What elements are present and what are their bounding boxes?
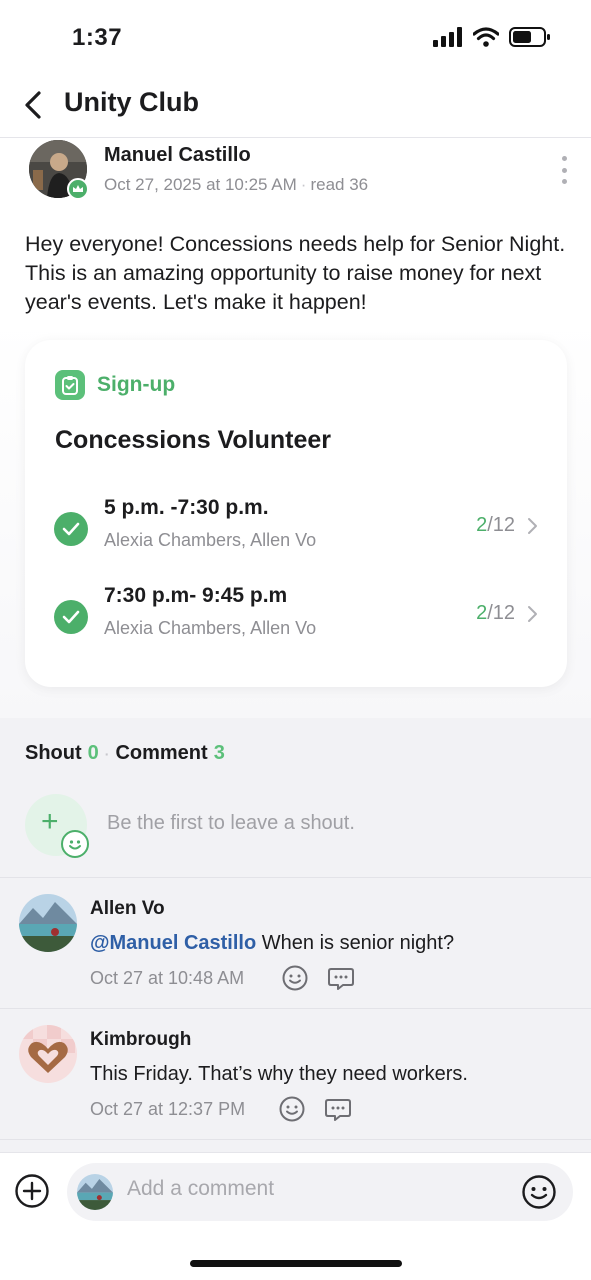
slot-time: 5 p.m. -7:30 p.m. xyxy=(104,496,269,519)
check-circle-icon xyxy=(54,600,88,634)
smile-badge xyxy=(61,830,89,858)
slot-count: 2/12 xyxy=(476,602,515,625)
chevron-right-icon xyxy=(528,606,537,622)
slot-total: /12 xyxy=(487,602,515,624)
tab-comment-label: Comment xyxy=(115,742,208,764)
shout-row: + Be the first to leave a shout. xyxy=(0,784,591,878)
comment-text: This Friday. That’s why they need worker… xyxy=(90,1063,468,1085)
post-header: Manuel Castillo Oct 27, 2025 at 10:25 AM… xyxy=(0,138,591,218)
commenter-avatar[interactable] xyxy=(19,894,77,952)
slot-time: 7:30 p.m- 9:45 p.m xyxy=(104,584,288,607)
shout-hint: Be the first to leave a shout. xyxy=(107,812,355,834)
wifi-icon xyxy=(473,27,499,47)
comment-item: Kimbrough This Friday. That’s why they n… xyxy=(0,1009,591,1140)
my-avatar xyxy=(77,1174,113,1210)
home-indicator xyxy=(190,1260,402,1267)
commenter-name[interactable]: Allen Vo xyxy=(90,898,165,920)
signup-title: Concessions Volunteer xyxy=(55,426,331,454)
smile-react-icon[interactable] xyxy=(278,1095,306,1123)
nav-bar: Unity Club xyxy=(0,78,591,138)
clipboard-check-icon xyxy=(55,370,85,400)
status-time: 1:37 xyxy=(72,24,123,51)
comment-input[interactable] xyxy=(127,1177,507,1201)
comment-item: Allen Vo @Manuel Castillo When is senior… xyxy=(0,878,591,1009)
signal-icon xyxy=(433,27,462,47)
back-chevron-icon[interactable] xyxy=(20,90,50,120)
signup-tag: Sign-up xyxy=(55,370,175,400)
slot-names: Alexia Chambers, Allen Vo xyxy=(104,618,317,638)
status-bar: 1:37 xyxy=(0,0,591,78)
signup-card[interactable]: Sign-up Concessions Volunteer 5 p.m. -7:… xyxy=(25,340,567,687)
slot-names: Alexia Chambers, Allen Vo xyxy=(104,530,317,550)
comment-body: When is senior night? xyxy=(256,932,455,954)
comment-field[interactable] xyxy=(67,1163,573,1221)
more-dots-icon[interactable] xyxy=(558,156,570,184)
comment-text: @Manuel Castillo When is senior night? xyxy=(90,932,454,955)
post-date: Oct 27, 2025 at 10:25 AM xyxy=(104,175,297,194)
plus-glyph: + xyxy=(41,805,59,838)
signup-slot[interactable]: 5 p.m. -7:30 p.m. Alexia Chambers, Allen… xyxy=(53,496,543,566)
page-title: Unity Club xyxy=(64,87,199,117)
emoji-icon[interactable] xyxy=(521,1174,557,1210)
smile-react-icon[interactable] xyxy=(281,964,309,992)
commenter-avatar[interactable] xyxy=(19,1025,77,1083)
tab-shout-label: Shout xyxy=(25,742,82,764)
author-name[interactable]: Manuel Castillo xyxy=(104,144,251,167)
comment-time: Oct 27 at 12:37 PM xyxy=(90,1099,246,1119)
tab-shout-count: 0 xyxy=(87,742,99,764)
comment-time: Oct 27 at 10:48 AM xyxy=(90,968,245,988)
comment-mention[interactable]: @Manuel Castillo xyxy=(90,932,256,954)
admin-crown-icon xyxy=(67,178,89,200)
slot-filled: 2 xyxy=(476,602,488,624)
add-shout-icon[interactable]: + xyxy=(25,794,89,858)
commenter-name[interactable]: Kimbrough xyxy=(90,1029,191,1051)
comments-area: Shout 0 · Comment 3 + Be the first to leav… xyxy=(0,718,591,1152)
comment-tabs: Shout 0 · Comment 3 xyxy=(25,742,225,765)
slot-total: /12 xyxy=(487,514,515,536)
read-count: read 36 xyxy=(310,175,369,194)
tab-comment[interactable]: Comment 3 xyxy=(115,742,224,765)
post-meta: Oct 27, 2025 at 10:25 AM · read 36 xyxy=(104,175,368,195)
tab-shout[interactable]: Shout 0 xyxy=(25,742,99,765)
reply-bubble-icon[interactable] xyxy=(327,964,355,992)
signup-slot[interactable]: 7:30 p.m- 9:45 p.m Alexia Chambers, Alle… xyxy=(53,584,543,654)
slot-filled: 2 xyxy=(476,514,488,536)
plus-circle-icon[interactable] xyxy=(14,1173,50,1209)
tab-separator: · xyxy=(104,745,110,762)
battery-icon xyxy=(509,27,550,47)
slot-count: 2/12 xyxy=(476,514,515,537)
reply-bubble-icon[interactable] xyxy=(324,1095,352,1123)
meta-separator: · xyxy=(300,175,307,194)
comment-composer xyxy=(0,1152,591,1232)
check-circle-icon xyxy=(54,512,88,546)
tab-comment-count: 3 xyxy=(213,742,225,764)
status-icons xyxy=(433,27,551,47)
post-body: Hey everyone! Concessions needs help for… xyxy=(25,232,566,314)
signup-tag-label: Sign-up xyxy=(97,373,176,396)
chevron-right-icon xyxy=(528,518,537,534)
